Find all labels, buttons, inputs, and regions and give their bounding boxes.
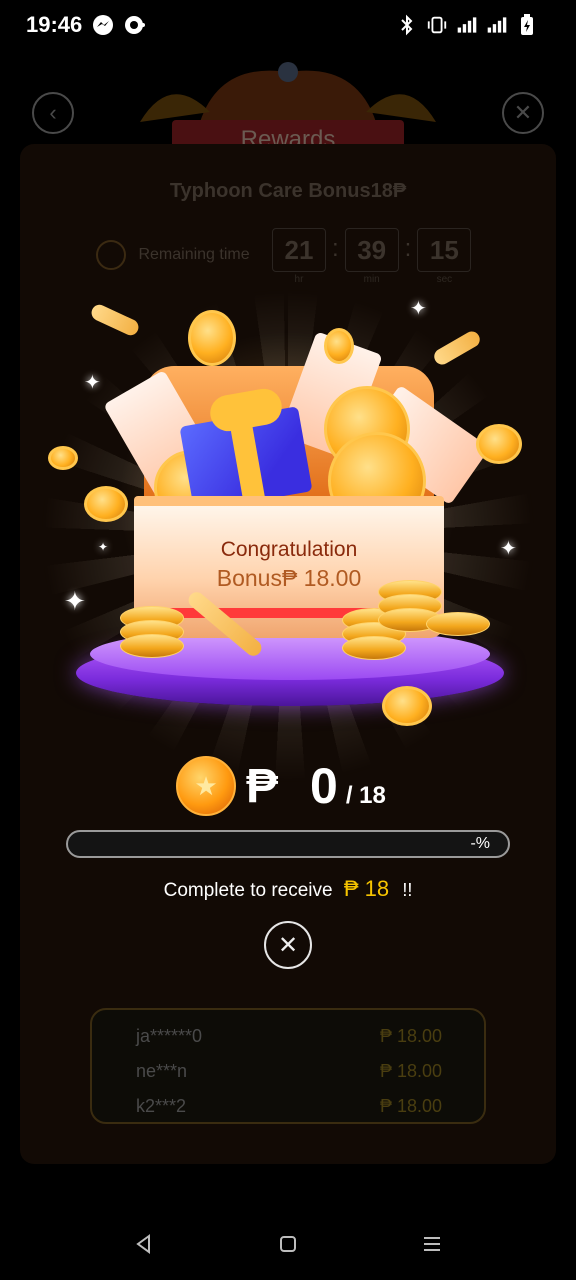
nav-home-button[interactable]: [274, 1230, 302, 1258]
ribbon-curl: [88, 302, 142, 338]
back-triangle-icon: [136, 1234, 150, 1254]
close-modal-button[interactable]: ✕: [264, 921, 312, 969]
flying-coin: [382, 686, 432, 726]
flying-coin: [188, 310, 236, 366]
ribbon-curl: [431, 328, 483, 368]
progress-bar: -%: [66, 830, 510, 858]
flying-coin: [476, 424, 522, 464]
receive-suffix: !!: [402, 880, 413, 900]
progress-percent: -%: [470, 835, 490, 852]
nav-back-button[interactable]: [130, 1230, 158, 1258]
navigation-bar: [0, 1212, 576, 1280]
coin-stack: [426, 612, 490, 636]
complete-to-receive: Complete to receive ₱ 18 !!: [0, 876, 576, 902]
flying-coin: [324, 328, 354, 364]
reward-modal: ✦ ✦ ✦ ✦ ✦ ✦ Congratulation Bonus₱ 18.00: [0, 0, 576, 1280]
close-icon: ✕: [277, 931, 299, 959]
nav-menu-button[interactable]: [418, 1230, 446, 1258]
receive-text: Complete to receive: [163, 880, 333, 901]
home-square-icon: [280, 1236, 296, 1252]
progress-amount-row: ★ ₱ 0 / 18: [176, 756, 386, 816]
currency-symbol: ₱: [246, 759, 279, 813]
receive-amount: ₱ 18: [343, 876, 390, 901]
flying-coin: [48, 446, 78, 470]
coin-star-icon: ★: [176, 756, 236, 816]
congratulation-text: Congratulation: [220, 538, 358, 561]
current-amount: 0: [310, 758, 338, 814]
target-amount: / 18: [345, 782, 386, 809]
treasure-chest-illustration: Congratulation Bonus₱ 18.00: [48, 300, 522, 726]
flying-coin: [84, 486, 128, 522]
coin-stack: [120, 606, 184, 658]
menu-lines-icon: [424, 1237, 440, 1251]
